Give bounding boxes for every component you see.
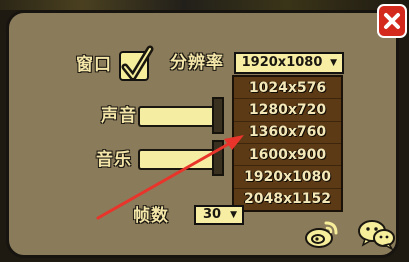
annotation-arrow	[96, 135, 244, 220]
wechat-icon[interactable]	[357, 218, 397, 250]
weibo-icon[interactable]	[304, 219, 340, 249]
